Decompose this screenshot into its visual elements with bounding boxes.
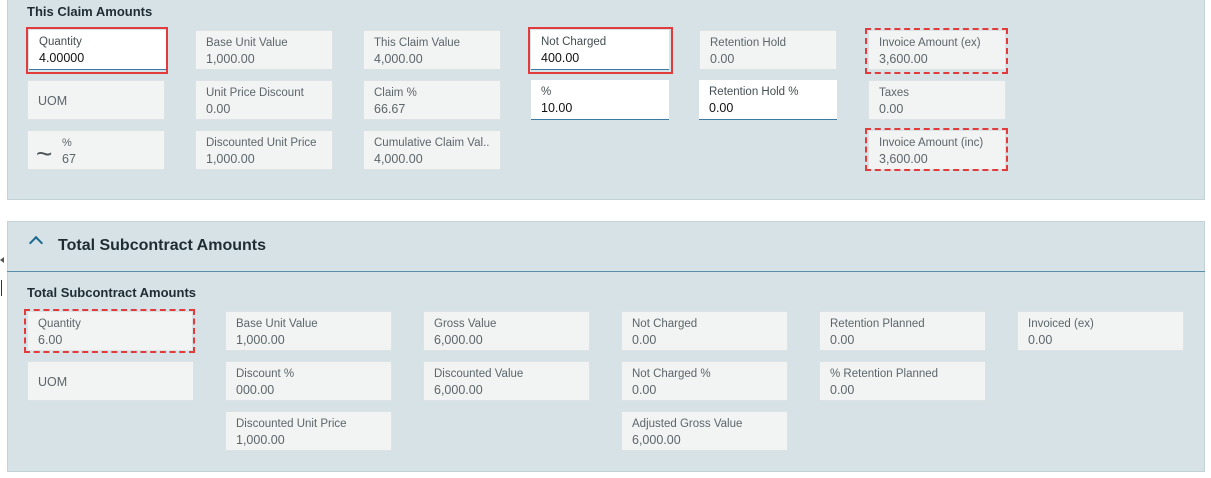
invoice-amount-ex-value: 3,600.00: [879, 52, 928, 66]
ts-pct-retention-planned-field: % Retention Planned 0.00: [819, 361, 986, 401]
ts-discounted-unit-price-value: 1,000.00: [236, 433, 285, 447]
quantity-value: 4.00000: [39, 51, 85, 65]
ts-gross-value-value: 6,000.00: [434, 333, 483, 347]
ts-adjusted-gross-value-label: Adjusted Gross Value: [632, 418, 743, 430]
ts-quantity-label: Quantity: [38, 318, 81, 330]
ts-discount-pct-label: Discount %: [236, 368, 295, 380]
ts-quantity-value: 6.00: [38, 333, 63, 347]
pct-label: %: [541, 86, 552, 98]
base-unit-value-label: Base Unit Value: [206, 37, 288, 49]
total-subcontract-header-title: Total Subcontract Amounts: [58, 237, 266, 254]
taxes-value: 0.00: [879, 102, 904, 116]
approx-pct-value: 67: [62, 152, 76, 166]
invoice-amount-inc-label: Invoice Amount (inc): [879, 137, 984, 149]
pct-input[interactable]: % 10.00: [531, 80, 669, 120]
total-subcontract-title: Total Subcontract Amounts: [27, 285, 196, 300]
ts-base-unit-value-value: 1,000.00: [236, 333, 285, 347]
taxes-label: Taxes: [879, 87, 910, 99]
total-subcontract-header[interactable]: Total Subcontract Amounts: [7, 222, 1205, 272]
pct-value: 10.00: [541, 101, 573, 115]
ts-retention-planned-field: Retention Planned 0.00: [819, 311, 986, 351]
ts-discounted-unit-price-label: Discounted Unit Price: [236, 418, 347, 430]
ts-not-charged-label: Not Charged: [632, 318, 698, 330]
retention-hold-pct-value: 0.00: [709, 101, 734, 115]
ts-base-unit-value-label: Base Unit Value: [236, 318, 318, 330]
cumulative-claim-value-value: 4,000.00: [374, 152, 423, 166]
ts-invoiced-ex-field: Invoiced (ex) 0.00: [1017, 311, 1184, 351]
ts-invoiced-ex-label: Invoiced (ex): [1028, 318, 1094, 330]
ts-not-charged-pct-field: Not Charged % 0.00: [621, 361, 788, 401]
quantity-label: Quantity: [39, 36, 82, 48]
unit-price-discount-value: 0.00: [206, 102, 231, 116]
ts-discounted-value-value: 6,000.00: [434, 383, 483, 397]
invoice-amount-inc-value: 3,600.00: [879, 152, 928, 166]
cumulative-claim-value-label: Cumulative Claim Val...: [374, 137, 490, 149]
ts-pct-retention-planned-value: 0.00: [830, 383, 855, 397]
ts-uom-label: UOM: [38, 375, 68, 389]
retention-hold-pct-label: Retention Hold %: [709, 86, 799, 98]
this-claim-title: This Claim Amounts: [27, 4, 153, 19]
ts-not-charged-pct-label: Not Charged %: [632, 368, 711, 380]
ts-adjusted-gross-value-field: Adjusted Gross Value 6,000.00: [621, 411, 788, 451]
ts-retention-planned-label: Retention Planned: [830, 318, 925, 330]
claim-pct-value: 66.67: [374, 102, 406, 116]
base-unit-value-field: Base Unit Value 1,000.00: [195, 30, 333, 70]
chevron-up-icon[interactable]: [28, 235, 44, 251]
discounted-unit-price-value: 1,000.00: [206, 152, 255, 166]
text-cursor: [1, 280, 2, 296]
ts-discounted-value-field: Discounted Value 6,000.00: [423, 361, 590, 401]
ts-not-charged-pct-value: 0.00: [632, 383, 657, 397]
approx-pct-label: %: [62, 137, 72, 149]
unit-price-discount-label: Unit Price Discount: [206, 87, 304, 99]
cumulative-claim-value-field: Cumulative Claim Val... 4,000.00: [363, 130, 501, 170]
discounted-unit-price-field: Discounted Unit Price 1,000.00: [195, 130, 333, 170]
claim-pct-label: Claim %: [374, 87, 417, 99]
ts-retention-planned-value: 0.00: [830, 333, 855, 347]
ts-gross-value-field: Gross Value 6,000.00: [423, 311, 590, 351]
approx-tilde-icon: ~: [36, 138, 53, 169]
uom-field: UOM: [27, 80, 165, 120]
invoice-amount-inc-field: Invoice Amount (inc) 3,600.00: [868, 130, 1006, 170]
retention-hold-value: 0.00: [710, 52, 735, 66]
uom-label: UOM: [38, 94, 68, 108]
ts-discount-pct-field: Discount % 000.00: [225, 361, 392, 401]
ts-quantity-field: Quantity 6.00: [27, 311, 193, 351]
ts-base-unit-value-field: Base Unit Value 1,000.00: [225, 311, 392, 351]
not-charged-input[interactable]: Not Charged 400.00: [531, 30, 669, 70]
taxes-field: Taxes 0.00: [868, 80, 1006, 120]
unit-price-discount-field: Unit Price Discount 0.00: [195, 80, 333, 120]
edge-arrow-icon: [0, 257, 4, 263]
not-charged-value: 400.00: [541, 51, 580, 65]
retention-hold-pct-input[interactable]: Retention Hold % 0.00: [699, 80, 837, 120]
claim-pct-field: Claim % 66.67: [363, 80, 501, 120]
discounted-unit-price-label: Discounted Unit Price: [206, 137, 317, 149]
ts-discounted-unit-price-field: Discounted Unit Price 1,000.00: [225, 411, 392, 451]
ts-not-charged-value: 0.00: [632, 333, 657, 347]
ts-discounted-value-label: Discounted Value: [434, 368, 524, 380]
ts-adjusted-gross-value-value: 6,000.00: [632, 433, 681, 447]
retention-hold-field: Retention Hold 0.00: [699, 30, 837, 70]
base-unit-value-value: 1,000.00: [206, 52, 255, 66]
ts-uom-field: UOM: [27, 361, 194, 401]
invoice-amount-ex-label: Invoice Amount (ex): [879, 37, 981, 49]
ts-pct-retention-planned-label: % Retention Planned: [830, 368, 939, 380]
ts-discount-pct-value: 000.00: [236, 383, 275, 397]
this-claim-value-value: 4,000.00: [374, 52, 423, 66]
ts-invoiced-ex-value: 0.00: [1028, 333, 1053, 347]
not-charged-label: Not Charged: [541, 36, 607, 48]
ts-not-charged-field: Not Charged 0.00: [621, 311, 788, 351]
this-claim-value-label: This Claim Value: [374, 37, 461, 49]
this-claim-value-field: This Claim Value 4,000.00: [363, 30, 501, 70]
invoice-amount-ex-field: Invoice Amount (ex) 3,600.00: [868, 30, 1006, 70]
ts-gross-value-label: Gross Value: [434, 318, 497, 330]
quantity-input[interactable]: Quantity 4.00000: [29, 30, 167, 70]
retention-hold-label: Retention Hold: [710, 37, 787, 49]
